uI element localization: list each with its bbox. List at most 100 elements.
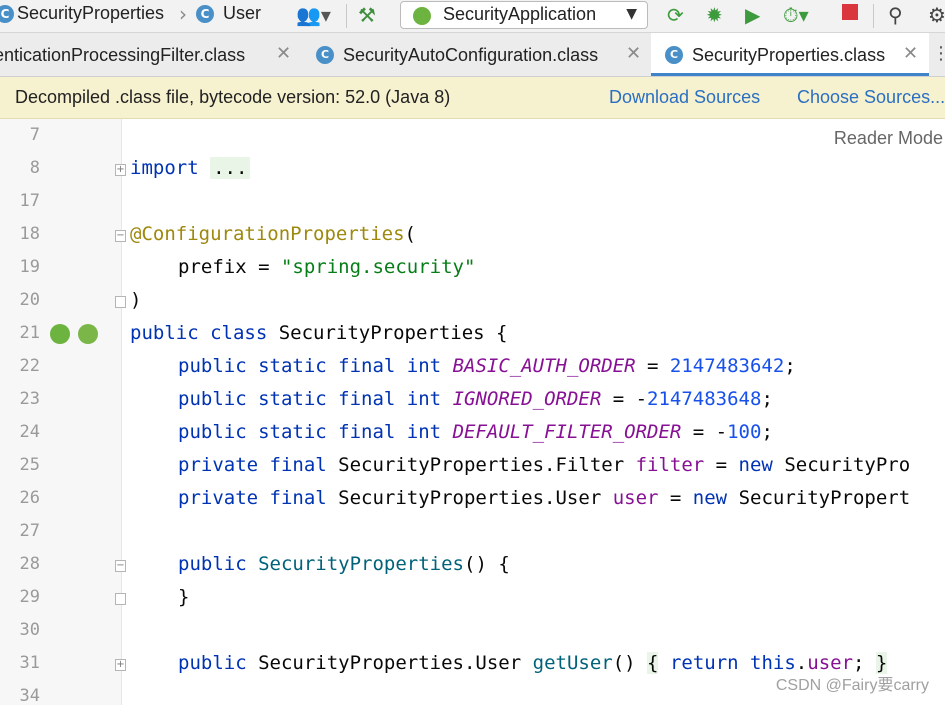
breadcrumb-separator-icon: › xyxy=(179,2,187,26)
line-number: 26 xyxy=(19,488,40,508)
number-literal: 2147483648 xyxy=(647,388,762,410)
number-literal: 2147483642 xyxy=(669,355,785,377)
line-number: 20 xyxy=(19,290,40,310)
fold-expand-icon[interactable]: + xyxy=(115,659,126,671)
keyword: public static final int xyxy=(178,388,442,410)
tab-authentication-processing-filter[interactable]: enticationProcessingFilter.class ✕ xyxy=(0,33,300,76)
close-icon[interactable]: ✕ xyxy=(903,43,918,64)
spring-bean-icon[interactable] xyxy=(50,324,70,344)
line-number: 7 xyxy=(29,125,40,145)
coverage-icon[interactable]: ▶ xyxy=(745,2,760,28)
class-icon: C xyxy=(316,46,334,64)
code-line-19[interactable]: prefix = "spring.security" xyxy=(178,251,475,284)
code-text: ; xyxy=(784,355,796,377)
toolbar-separator xyxy=(873,4,874,28)
decompiled-message: Decompiled .class file, bytecode version… xyxy=(15,87,451,107)
keyword: public xyxy=(178,553,247,575)
code-line-23[interactable]: public static final int IGNORED_ORDER = … xyxy=(178,383,773,416)
code-line-22[interactable]: public static final int BASIC_AUTH_ORDER… xyxy=(178,350,796,383)
toolbar-separator xyxy=(346,4,347,28)
editor-tabs: enticationProcessingFilter.class ✕ C Sec… xyxy=(0,33,945,77)
keyword: public static final int xyxy=(178,421,442,443)
code-text: () { xyxy=(464,553,510,575)
code-line-20[interactable]: ) xyxy=(130,284,141,317)
code-text: = - xyxy=(601,388,648,410)
debug-bug-icon[interactable]: ✹ xyxy=(706,2,723,28)
run-configuration-selector[interactable]: SecurityApplication ▼ xyxy=(400,1,648,29)
fold-collapse-icon[interactable]: − xyxy=(115,230,126,242)
tab-label: SecurityProperties.class xyxy=(692,45,886,65)
spring-boot-icon xyxy=(413,7,431,25)
line-number: 22 xyxy=(19,356,40,376)
close-icon[interactable]: ✕ xyxy=(276,43,291,64)
navigation-bar: C SecurityProperties › C User 👥▾ ⚒ Secur… xyxy=(0,0,945,33)
tab-label: SecurityAutoConfiguration.class xyxy=(343,45,599,65)
code-text: () xyxy=(612,652,648,674)
stop-icon[interactable] xyxy=(842,4,858,20)
line-number: 17 xyxy=(19,191,40,211)
code-text: ( xyxy=(404,223,416,245)
configuration-properties-icon[interactable] xyxy=(78,324,98,344)
folded-body-open[interactable]: { xyxy=(647,652,659,674)
constant: DEFAULT_FILTER_ORDER xyxy=(452,421,682,443)
fold-collapse-icon[interactable]: − xyxy=(115,560,126,572)
code-text: } xyxy=(178,586,190,608)
settings-gear-icon[interactable]: ⚙ xyxy=(928,2,945,28)
code-line-28[interactable]: public SecurityProperties() { xyxy=(178,548,510,581)
breadcrumb-item-user[interactable]: User xyxy=(223,3,261,24)
code-text: ; xyxy=(761,388,773,410)
folded-imports[interactable]: ... xyxy=(210,157,251,179)
line-number: 24 xyxy=(19,422,40,442)
keyword: return xyxy=(669,652,739,674)
line-number: 30 xyxy=(19,620,40,640)
code-text: = xyxy=(704,454,739,476)
class-icon: C xyxy=(0,5,14,23)
line-number: 25 xyxy=(19,455,40,475)
code-line-21[interactable]: public class SecurityProperties { xyxy=(130,317,508,350)
fold-end-icon[interactable] xyxy=(115,296,126,308)
breadcrumb-item-securityproperties[interactable]: SecurityProperties xyxy=(17,3,164,24)
fold-expand-icon[interactable]: + xyxy=(115,164,126,176)
fold-end-icon[interactable] xyxy=(115,593,126,605)
search-icon[interactable]: ⚲ xyxy=(888,2,903,28)
line-number: 29 xyxy=(19,587,40,607)
code-text: SecurityPropert xyxy=(727,487,911,509)
tab-security-properties[interactable]: C SecurityProperties.class ✕ xyxy=(651,33,929,76)
run-configuration-label: SecurityApplication xyxy=(443,4,597,24)
user-menu-icon[interactable]: 👥▾ xyxy=(296,2,331,28)
line-number: 27 xyxy=(19,521,40,541)
method-name: getUser xyxy=(532,652,613,674)
tab-security-auto-configuration[interactable]: C SecurityAutoConfiguration.class ✕ xyxy=(302,33,650,76)
tab-label: enticationProcessingFilter.class xyxy=(0,45,246,65)
constant: IGNORED_ORDER xyxy=(452,388,602,410)
keyword: private final xyxy=(178,454,327,476)
code-line-29[interactable]: } xyxy=(178,581,189,614)
code-line-26[interactable]: private final SecurityProperties.User us… xyxy=(178,482,910,515)
keyword: private final xyxy=(178,487,327,509)
line-number: 28 xyxy=(19,554,40,574)
code-text: = - xyxy=(681,421,728,443)
keyword: new xyxy=(738,454,773,476)
rerun-icon[interactable]: ⟳ xyxy=(667,2,684,28)
constant: BASIC_AUTH_ORDER xyxy=(452,355,636,377)
code-text: SecurityProperties { xyxy=(267,322,508,344)
code-line-25[interactable]: private final SecurityProperties.Filter … xyxy=(178,449,910,482)
code-line-18[interactable]: @ConfigurationProperties( xyxy=(130,218,416,251)
keyword: new xyxy=(692,487,728,509)
more-tabs-icon[interactable]: ⋮ xyxy=(932,43,945,64)
profile-icon[interactable]: ⏱▾ xyxy=(783,2,809,28)
field-name: filter xyxy=(635,454,705,476)
choose-sources-link[interactable]: Choose Sources... xyxy=(797,87,945,108)
build-hammer-icon[interactable]: ⚒ xyxy=(358,2,376,28)
download-sources-link[interactable]: Download Sources xyxy=(609,87,760,108)
reader-mode-toggle[interactable]: Reader Mode xyxy=(834,128,943,149)
code-text: ) xyxy=(130,289,142,311)
close-icon[interactable]: ✕ xyxy=(626,43,641,64)
code-text: SecurityPro xyxy=(772,454,911,476)
code-line-24[interactable]: public static final int DEFAULT_FILTER_O… xyxy=(178,416,773,449)
code-line-8[interactable]: import ... xyxy=(130,152,251,185)
class-icon: C xyxy=(196,5,214,23)
import-keyword: import xyxy=(130,157,199,179)
number-literal: 100 xyxy=(727,421,762,443)
line-number: 21 xyxy=(19,323,40,343)
